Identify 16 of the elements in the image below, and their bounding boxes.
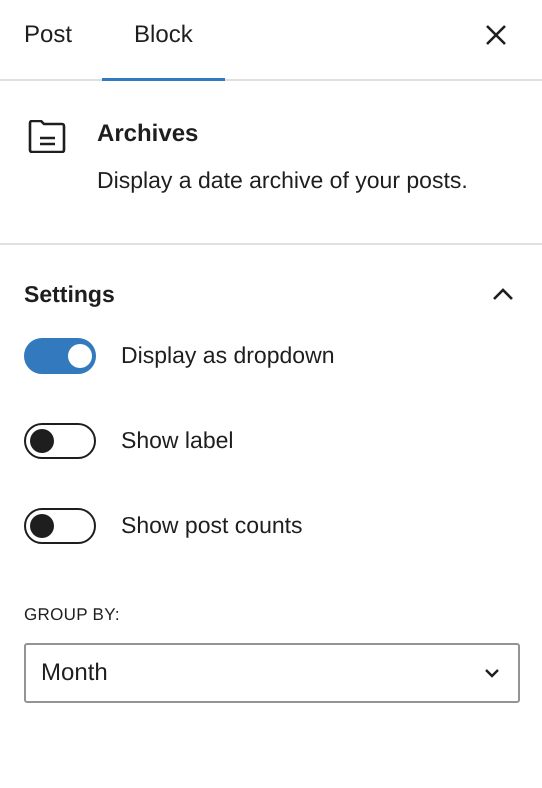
toggle-switch[interactable]: [24, 338, 96, 374]
block-description: Display a date archive of your posts.: [97, 166, 469, 195]
settings-panel-header[interactable]: Settings: [24, 245, 518, 338]
folder-icon: [28, 120, 67, 153]
block-title: Archives: [97, 119, 200, 149]
group-by-label: GROUP BY:: [24, 604, 121, 626]
toggle-label: Show post counts: [121, 511, 303, 540]
close-icon: [485, 24, 507, 46]
toggle-label: Display as dropdown: [121, 341, 335, 370]
tab[interactable]: Block: [102, 0, 225, 81]
chevron-down-icon: [484, 668, 500, 678]
tab[interactable]: Post: [0, 0, 102, 81]
toggle-switch[interactable]: [24, 422, 96, 458]
toggle-switch[interactable]: [24, 508, 96, 544]
group-by-select[interactable]: Month: [24, 643, 520, 703]
toggle-label: Show label: [121, 426, 234, 456]
